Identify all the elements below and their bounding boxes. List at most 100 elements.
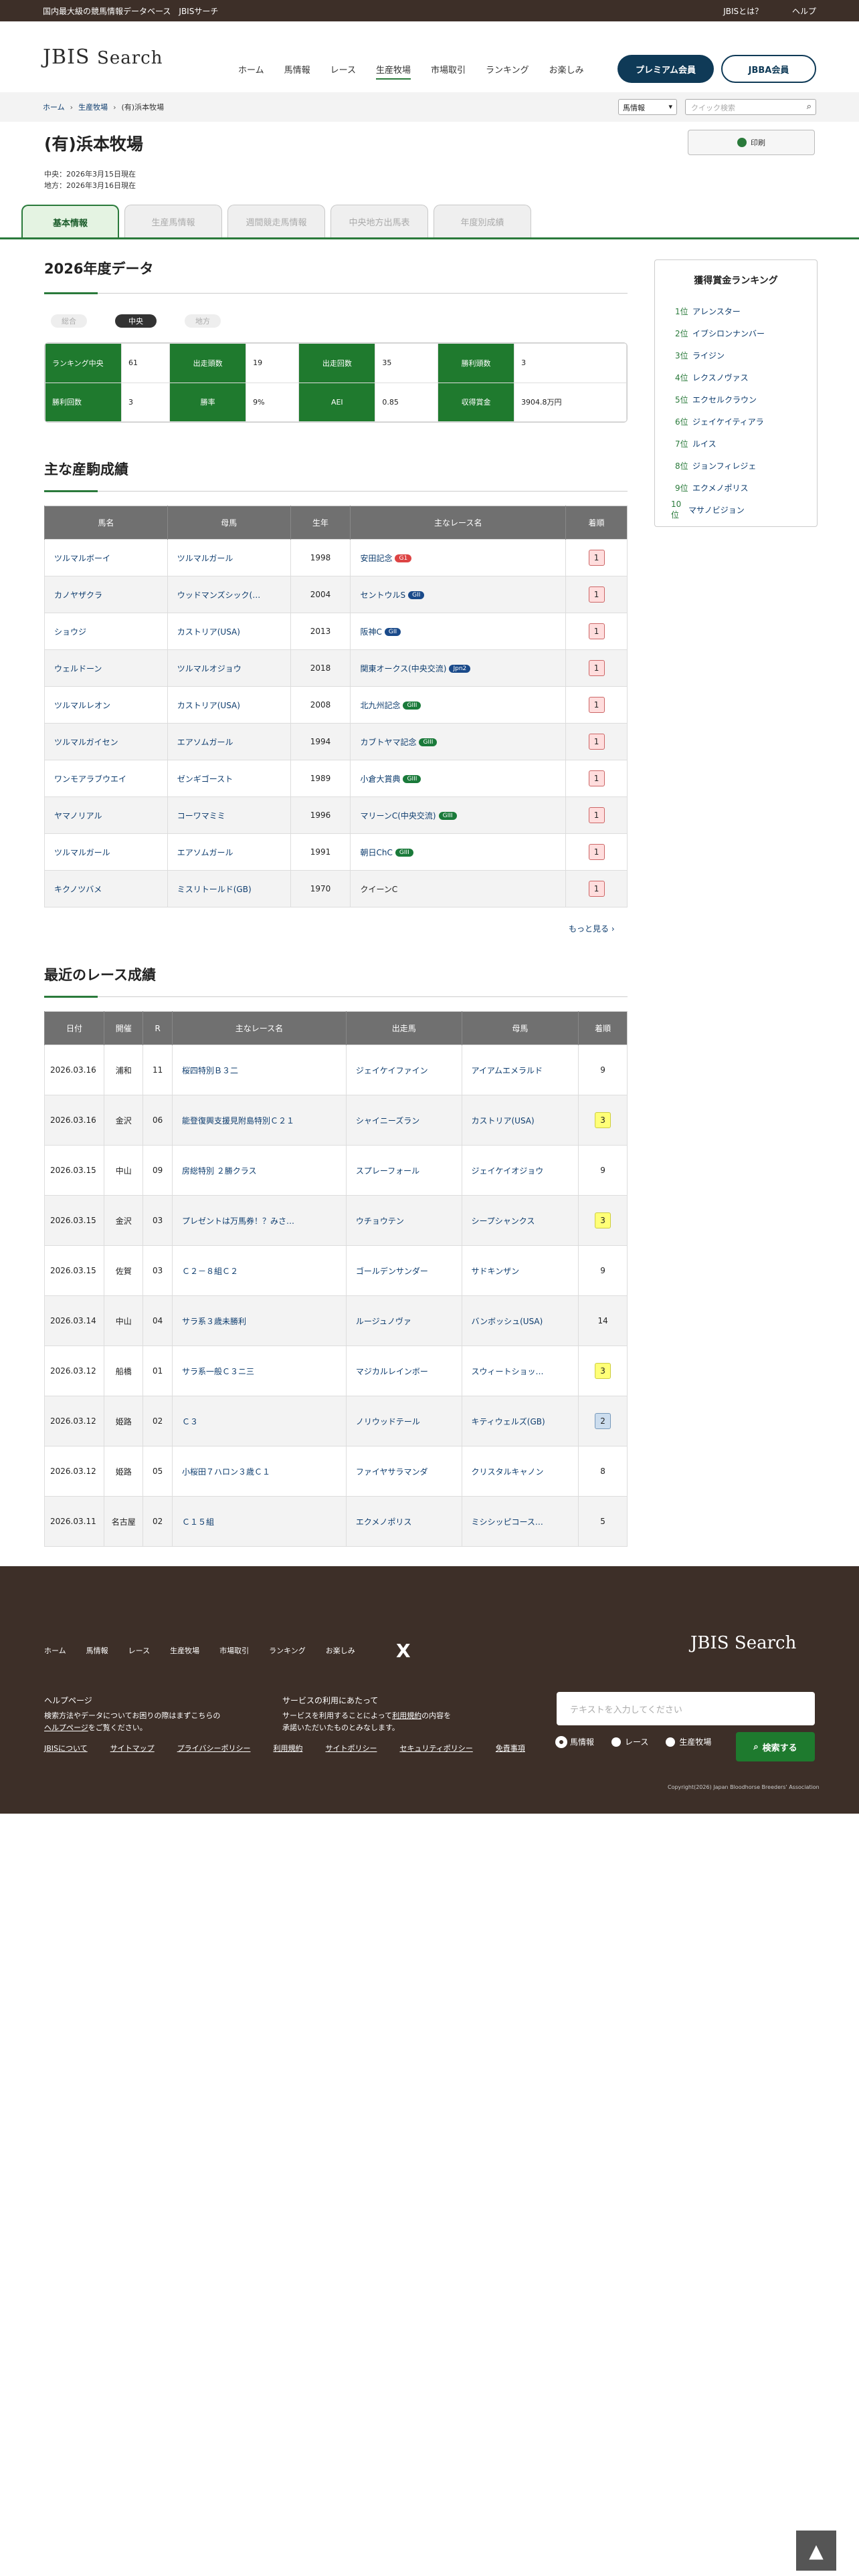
- race-link[interactable]: 小倉大賞典: [360, 774, 400, 784]
- footer-link[interactable]: サイトポリシー: [325, 1743, 377, 1753]
- pill-total[interactable]: 総合: [51, 314, 87, 328]
- ranking-horse-link[interactable]: アレンスター: [692, 306, 741, 317]
- horse-link[interactable]: ノリウッドテール: [356, 1417, 420, 1426]
- footer-nav-race[interactable]: レース: [128, 1645, 150, 1656]
- ranking-horse-link[interactable]: ジョンフィレジェ: [692, 460, 756, 471]
- race-link[interactable]: サラ系一般Ｃ３ニ三: [182, 1367, 254, 1376]
- race-link[interactable]: カブトヤマ記念: [360, 738, 416, 747]
- tab-produced-horses[interactable]: 生産馬情報: [124, 205, 222, 238]
- footer-link[interactable]: 利用規約: [273, 1743, 302, 1753]
- dam-link[interactable]: コーワマミミ: [177, 811, 225, 821]
- ranking-horse-link[interactable]: エクセルクラウン: [692, 394, 757, 405]
- race-link[interactable]: セントウルS: [360, 591, 405, 600]
- footer-nav-market[interactable]: 市場取引: [219, 1645, 249, 1656]
- tab-basic-info[interactable]: 基本情報: [21, 205, 119, 238]
- race-link[interactable]: Ｃ３: [182, 1417, 198, 1426]
- dam-link[interactable]: ジェイケイオジョウ: [472, 1166, 544, 1176]
- race-link[interactable]: 朝日ChC: [360, 848, 392, 857]
- more-link[interactable]: もっと見る ›: [569, 923, 615, 934]
- nav-ranking[interactable]: ランキング: [486, 63, 529, 80]
- race-link[interactable]: プレゼントは万馬券！？みさ…: [182, 1216, 294, 1226]
- horse-link[interactable]: ツルマルガイセン: [54, 738, 118, 747]
- dam-link[interactable]: ツルマルオジョウ: [177, 664, 242, 673]
- footer-nav-fun[interactable]: お楽しみ: [326, 1645, 355, 1656]
- site-logo[interactable]: JBIS Search: [43, 33, 163, 80]
- horse-link[interactable]: ショウジ: [54, 627, 86, 637]
- tab-entries[interactable]: 中央地方出馬表: [330, 205, 428, 238]
- terms-link[interactable]: 利用規約: [392, 1711, 421, 1720]
- horse-link[interactable]: ルージュノヴァ: [356, 1317, 411, 1326]
- ranking-horse-link[interactable]: ライジン: [692, 350, 725, 361]
- race-link[interactable]: サラ系３歳未勝利: [182, 1317, 246, 1326]
- nav-home[interactable]: ホーム: [238, 63, 264, 80]
- footer-link[interactable]: サイトマップ: [110, 1743, 155, 1753]
- back-to-top-button[interactable]: ▲: [796, 2531, 836, 2571]
- footer-link[interactable]: セキュリティポリシー: [399, 1743, 472, 1753]
- ranking-horse-link[interactable]: イブシロンナンバー: [692, 328, 765, 339]
- dam-link[interactable]: エアソムガール: [177, 848, 233, 857]
- tab-yearly-results[interactable]: 年度別成績: [434, 205, 531, 238]
- horse-link[interactable]: ツルマルボーイ: [54, 554, 110, 563]
- help-link[interactable]: ヘルプ: [792, 7, 816, 16]
- horse-link[interactable]: ファイヤサラマンダ: [356, 1467, 428, 1477]
- radio-horse[interactable]: 馬情報: [557, 1736, 594, 1747]
- horse-link[interactable]: ヤマノリアル: [54, 811, 102, 821]
- horse-link[interactable]: ウェルドーン: [54, 664, 102, 673]
- race-link[interactable]: Ｃ１５組: [182, 1517, 214, 1527]
- dam-link[interactable]: クリスタルキャノン: [472, 1467, 544, 1477]
- footer-nav-horse[interactable]: 馬情報: [86, 1645, 108, 1656]
- race-link[interactable]: 北九州記念: [360, 701, 400, 710]
- dam-link[interactable]: スウィートショッ…: [472, 1367, 544, 1376]
- horse-link[interactable]: エクメノポリス: [356, 1517, 412, 1527]
- race-link[interactable]: 小桜田７ハロン３歳Ｃ１: [182, 1467, 270, 1477]
- x-icon[interactable]: X: [396, 1640, 411, 1662]
- quick-search-select[interactable]: 馬情報: [618, 99, 677, 115]
- dam-link[interactable]: サドキンザン: [472, 1267, 520, 1276]
- horse-link[interactable]: ワンモアラブウエイ: [54, 774, 126, 784]
- ranking-horse-link[interactable]: マサノビジョン: [688, 504, 745, 516]
- breadcrumb-farm[interactable]: 生産牧場: [78, 102, 108, 112]
- dam-link[interactable]: ツルマルガール: [177, 554, 233, 563]
- horse-link[interactable]: シャイニーズラン: [356, 1116, 419, 1125]
- dam-link[interactable]: バンボッシュ(USA): [472, 1317, 543, 1326]
- nav-farm[interactable]: 生産牧場: [376, 63, 411, 80]
- nav-fun[interactable]: お楽しみ: [549, 63, 584, 80]
- footer-nav-ranking[interactable]: ランキング: [269, 1645, 306, 1656]
- horse-link[interactable]: カノヤザクラ: [54, 591, 102, 600]
- premium-button[interactable]: プレミアム会員: [617, 55, 714, 83]
- footer-link[interactable]: JBISについて: [44, 1743, 88, 1753]
- footer-link[interactable]: 免責事項: [496, 1743, 525, 1753]
- race-link[interactable]: 能登復興支援見附島特別Ｃ２１: [182, 1116, 294, 1125]
- pill-local[interactable]: 地方: [185, 314, 221, 328]
- nav-race[interactable]: レース: [330, 63, 356, 80]
- race-link[interactable]: 阪神C: [360, 627, 381, 637]
- footer-search-input[interactable]: テキストを入力してください: [557, 1692, 815, 1725]
- race-link[interactable]: Ｃ２－８組Ｃ２: [182, 1267, 238, 1276]
- race-link[interactable]: 安田記念: [360, 554, 392, 563]
- horse-link[interactable]: ウチョウテン: [356, 1216, 404, 1226]
- horse-link[interactable]: キクノツバメ: [54, 885, 102, 894]
- footer-logo[interactable]: JBIS Search: [690, 1633, 796, 1653]
- nav-horse[interactable]: 馬情報: [284, 63, 310, 80]
- breadcrumb-home[interactable]: ホーム: [43, 102, 65, 112]
- race-link[interactable]: 桜四特別Ｂ３二: [182, 1066, 238, 1075]
- ranking-horse-link[interactable]: ルイス: [692, 438, 717, 449]
- footer-nav-farm[interactable]: 生産牧場: [170, 1645, 199, 1656]
- ranking-horse-link[interactable]: レクスノヴァス: [692, 372, 749, 383]
- dam-link[interactable]: キティウェルズ(GB): [472, 1417, 545, 1426]
- race-link[interactable]: 関東オークス(中央交流): [360, 664, 446, 673]
- footer-search-button[interactable]: ⌕ 検索する: [736, 1732, 815, 1761]
- help-page-link[interactable]: ヘルプページ: [44, 1723, 88, 1732]
- radio-race[interactable]: レース: [611, 1736, 648, 1747]
- dam-link[interactable]: シープシャンクス: [472, 1216, 535, 1226]
- horse-link[interactable]: マジカルレインボー: [356, 1367, 428, 1376]
- jbba-button[interactable]: JBBA会員: [721, 55, 816, 83]
- dam-link[interactable]: カストリア(USA): [472, 1116, 535, 1125]
- quick-search-input[interactable]: クイック検索 ⌕: [685, 99, 816, 115]
- dam-link[interactable]: ゼンギゴースト: [177, 774, 233, 784]
- footer-nav-home[interactable]: ホーム: [44, 1645, 66, 1656]
- dam-link[interactable]: アイアムエメラルド: [472, 1066, 543, 1075]
- dam-link[interactable]: ウッドマンズシック(…: [177, 591, 260, 600]
- dam-link[interactable]: カストリア(USA): [177, 627, 240, 637]
- ranking-horse-link[interactable]: エクメノポリス: [692, 482, 749, 494]
